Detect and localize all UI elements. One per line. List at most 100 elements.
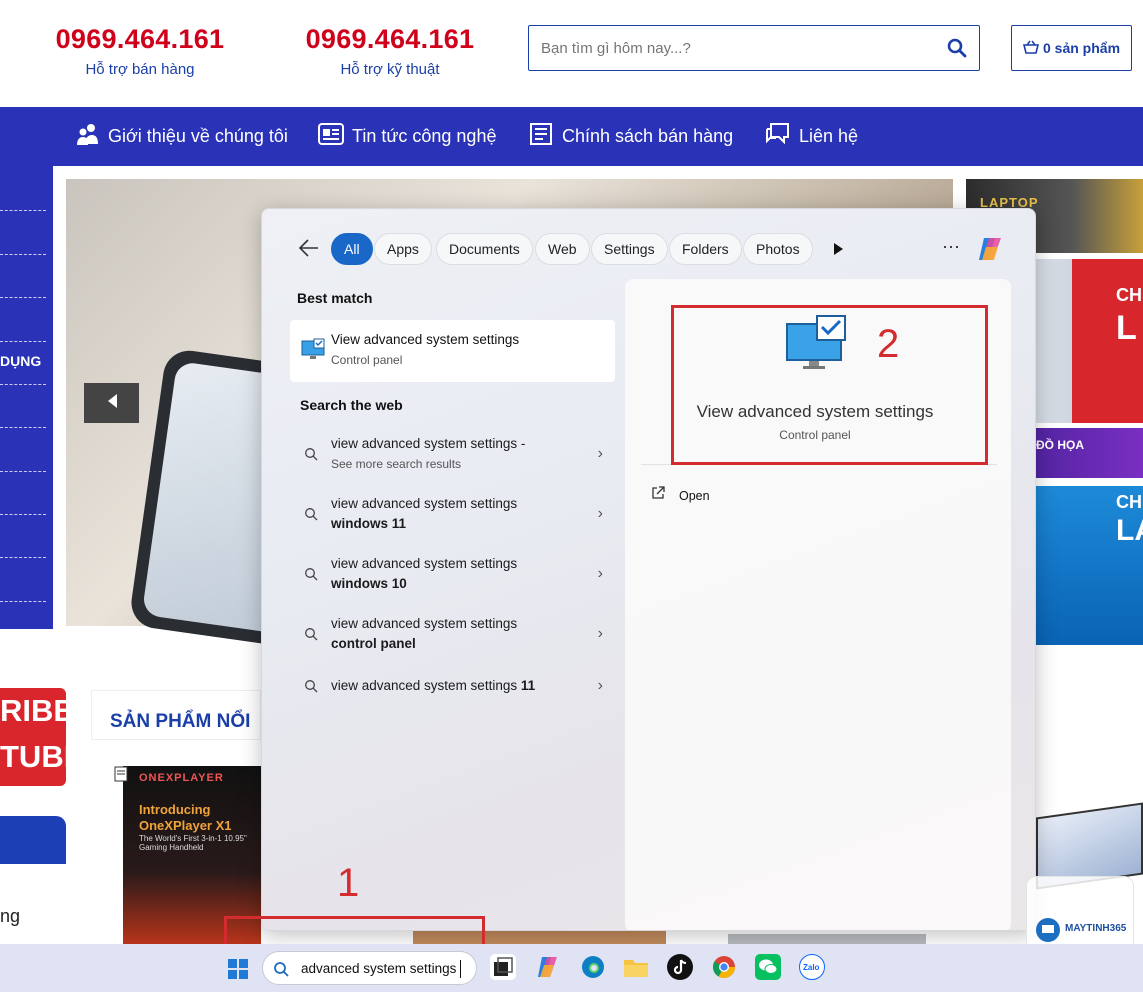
hotline-tech[interactable]: 0969.464.161 Hỗ trợ kỹ thuật bbox=[280, 24, 500, 78]
search-icon bbox=[304, 679, 318, 698]
newspaper-icon bbox=[318, 122, 344, 151]
side-text: ng bbox=[0, 906, 21, 926]
filter-apps[interactable]: Apps bbox=[374, 233, 432, 265]
wechat-icon[interactable] bbox=[755, 954, 781, 980]
copilot-icon[interactable] bbox=[975, 234, 1005, 269]
web-result-text: view advanced system settings bbox=[331, 496, 518, 511]
banner-prev-button[interactable] bbox=[84, 383, 139, 423]
nav-item-news[interactable]: Tin tức công nghệ bbox=[318, 107, 496, 166]
search-icon bbox=[304, 507, 318, 526]
windows-start-icon[interactable] bbox=[228, 959, 248, 984]
web-result-bold: windows 11 bbox=[331, 516, 407, 531]
nav-label: Giới thiệu về chúng tôi bbox=[108, 126, 288, 146]
users-icon bbox=[76, 122, 100, 151]
annotation-label-2: 2 bbox=[877, 322, 900, 366]
more-filters-icon[interactable] bbox=[832, 242, 844, 261]
subscribe-youtube-badge[interactable]: RIBE TUBE bbox=[0, 688, 84, 786]
hotline-number: 0969.464.161 bbox=[55, 24, 225, 54]
ellipsis-icon[interactable]: ⋯ bbox=[942, 237, 960, 258]
sidebar-divider bbox=[0, 384, 46, 385]
web-result-bold: 11 bbox=[520, 678, 536, 693]
search-web-heading: Search the web bbox=[300, 397, 403, 413]
filter-web[interactable]: Web bbox=[535, 233, 590, 265]
web-result-text: view advanced system settings - bbox=[331, 436, 526, 451]
web-result-text: view advanced system settings bbox=[331, 678, 521, 693]
edge-icon[interactable] bbox=[580, 954, 606, 980]
web-result[interactable]: view advanced system settings windows 11 … bbox=[290, 486, 615, 542]
nav-item-about[interactable]: Giới thiệu về chúng tôi bbox=[76, 107, 288, 166]
open-external-icon bbox=[651, 486, 665, 505]
arrow-left-icon bbox=[106, 393, 118, 414]
best-match-heading: Best match bbox=[297, 290, 373, 306]
chevron-right-icon: › bbox=[597, 505, 603, 522]
policy-icon bbox=[528, 121, 554, 152]
filter-all[interactable]: All bbox=[331, 233, 373, 265]
filter-photos[interactable]: Photos bbox=[743, 233, 813, 265]
product-image-strip bbox=[728, 934, 926, 944]
sidebar-divider bbox=[0, 514, 46, 515]
web-result-bold: windows 10 bbox=[331, 576, 407, 591]
ad-text: L bbox=[1116, 309, 1137, 347]
web-result[interactable]: view advanced system settings 11 › bbox=[290, 658, 615, 714]
sidebar-divider bbox=[0, 427, 46, 428]
nav-item-contact[interactable]: Liên hệ bbox=[763, 107, 858, 166]
ad-text: LA bbox=[1116, 514, 1143, 547]
watermark-brand: MAYTINH365 bbox=[1065, 923, 1127, 934]
badge-text: RIBE bbox=[0, 693, 75, 728]
site-search-input[interactable] bbox=[529, 26, 929, 70]
annotation-box-2 bbox=[671, 305, 988, 465]
product-brand: ONEXPLAYER bbox=[139, 772, 224, 784]
web-result-bold: control panel bbox=[331, 636, 416, 651]
open-label: Open bbox=[679, 488, 710, 503]
back-arrow-icon[interactable] bbox=[298, 237, 320, 264]
chrome-icon[interactable] bbox=[711, 954, 737, 980]
nav-label: Liên hệ bbox=[799, 126, 859, 146]
search-icon[interactable] bbox=[947, 38, 967, 63]
hotline-label: Hỗ trợ kỹ thuật bbox=[340, 61, 440, 78]
web-result-text: view advanced system settings bbox=[331, 616, 518, 631]
text-cursor bbox=[460, 960, 461, 978]
filter-folders[interactable]: Folders bbox=[669, 233, 742, 265]
search-icon bbox=[304, 447, 318, 466]
search-icon bbox=[304, 567, 318, 586]
filter-documents[interactable]: Documents bbox=[436, 233, 533, 265]
zalo-icon[interactable]: Zalo bbox=[799, 954, 825, 980]
chevron-right-icon: › bbox=[597, 677, 603, 694]
web-result[interactable]: view advanced system settings control pan… bbox=[290, 606, 615, 662]
basket-icon bbox=[1022, 40, 1040, 57]
hotline-sales[interactable]: 0969.464.161 Hỗ trợ bán hàng bbox=[30, 24, 250, 78]
sidebar-item-label[interactable]: DỤNG bbox=[0, 353, 41, 369]
annotation-label-1: 1 bbox=[337, 861, 360, 905]
filter-settings[interactable]: Settings bbox=[591, 233, 668, 265]
best-match-result[interactable]: View advanced system settings Control pa… bbox=[290, 320, 615, 382]
open-action[interactable]: Open bbox=[651, 486, 710, 505]
copilot-icon[interactable] bbox=[535, 954, 561, 980]
web-result[interactable]: view advanced system settings windows 10 … bbox=[290, 546, 615, 602]
web-result-sub: See more search results bbox=[331, 457, 462, 471]
cart-button[interactable]: 0 sản phẩm bbox=[1011, 25, 1132, 71]
ad-text: ĐỒ HỌA bbox=[1036, 438, 1084, 452]
task-view-icon[interactable] bbox=[490, 954, 516, 980]
taskbar-search-value: advanced system settings bbox=[301, 961, 457, 976]
sidebar-divider bbox=[0, 254, 46, 255]
hotline-number: 0969.464.161 bbox=[305, 24, 475, 54]
search-icon bbox=[304, 627, 318, 646]
ad-text: CHƯ bbox=[1116, 285, 1143, 305]
section-title: SẢN PHẨM NỔI bbox=[91, 690, 261, 740]
sidebar-divider bbox=[0, 557, 46, 558]
tiktok-icon[interactable] bbox=[667, 954, 693, 980]
sidebar-divider bbox=[0, 471, 46, 472]
web-result[interactable]: view advanced system settings - See more … bbox=[290, 426, 615, 482]
best-match-title: View advanced system settings bbox=[331, 332, 520, 347]
edit-icon[interactable] bbox=[114, 766, 130, 787]
product-title: Introducing bbox=[139, 802, 211, 817]
taskbar-search-box[interactable]: advanced system settings bbox=[262, 951, 477, 985]
category-sidebar: DỤNG bbox=[0, 166, 53, 629]
file-explorer-icon[interactable] bbox=[623, 954, 649, 980]
main-nav: Giới thiệu về chúng tôi Tin tức công ngh… bbox=[0, 107, 1143, 166]
nav-label: Tin tức công nghệ bbox=[352, 126, 497, 146]
chevron-right-icon: › bbox=[597, 565, 603, 582]
side-tab[interactable] bbox=[0, 816, 66, 864]
nav-item-policy[interactable]: Chính sách bán hàng bbox=[528, 107, 733, 166]
sidebar-divider bbox=[0, 297, 46, 298]
